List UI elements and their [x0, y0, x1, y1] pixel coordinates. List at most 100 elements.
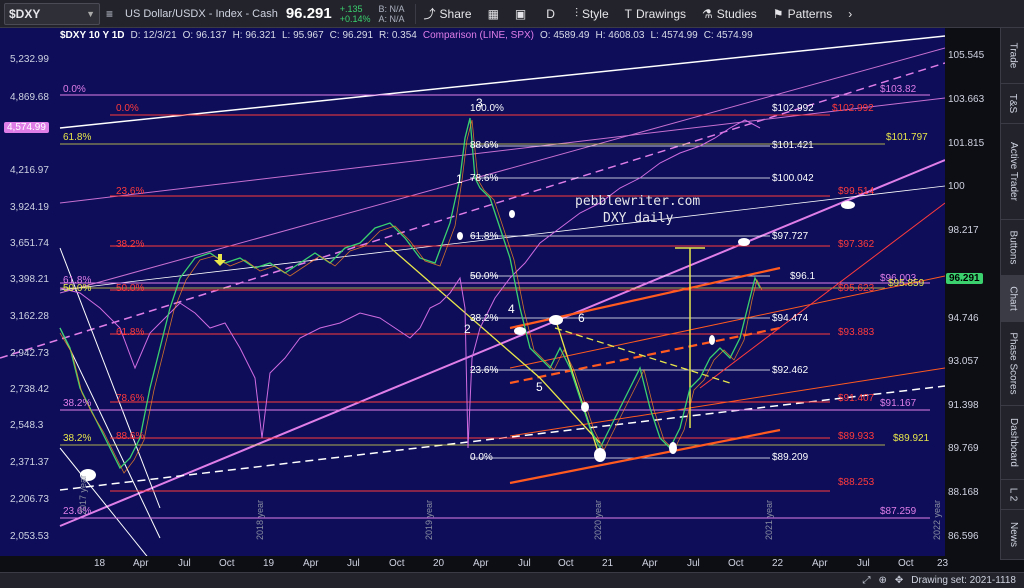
magenta-fib-value: $91.167	[880, 398, 917, 409]
wave-label: 2	[464, 322, 471, 336]
year-marker: 2021 year	[764, 499, 774, 540]
magenta-channel-mid	[59, 47, 945, 294]
x-axis-tick: Apr	[642, 558, 658, 569]
tab-time-and-sales[interactable]: T&S	[1001, 84, 1024, 124]
expand-icon[interactable]: ⤢	[863, 575, 871, 586]
tab-ts-label: T&S	[1007, 93, 1019, 114]
left-axis-tick: 2,053.53	[10, 531, 49, 542]
calendar-button[interactable]: ▣	[507, 0, 534, 28]
tab-chart[interactable]: Chart	[1001, 276, 1024, 322]
right-sidebar: Trade T&S Active Trader Buttons Chart Ph…	[1000, 28, 1024, 560]
tab-l2-label: L 2	[1007, 487, 1019, 502]
left-axis-tick: 3,924.19	[10, 202, 49, 213]
right-axis-tick: 103.663	[948, 94, 985, 105]
ask-value: A: N/A	[378, 13, 405, 24]
chart-legend: $DXY 10 Y 1D D: 12/3/21 O: 96.137 H: 96.…	[60, 30, 753, 41]
style-button[interactable]: ⫶ Style	[567, 0, 617, 28]
menu-lines-icon[interactable]: ≡	[106, 7, 113, 21]
wave-label: 1	[456, 172, 463, 186]
x-axis-tick: Oct	[219, 558, 235, 569]
share-icon: ⤴	[423, 7, 436, 21]
left-axis-tick: 2,942.73	[10, 348, 49, 359]
wave-label: 6	[578, 311, 585, 325]
drawings-label: Drawings	[635, 6, 686, 21]
left-axis-tick: 3,651.74	[10, 238, 49, 249]
yellow-dashed-line	[554, 327, 731, 384]
symbol-selector[interactable]: $DXY ▼	[4, 2, 100, 25]
x-axis-tick: Oct	[558, 558, 574, 569]
right-axis-tick: 101.815	[948, 138, 985, 149]
x-axis-tick: Apr	[133, 558, 149, 569]
tab-active-trader-label: Active Trader	[1007, 142, 1019, 201]
change-percent: +0.14%	[339, 13, 371, 24]
magenta-fib-value: $87.259	[880, 506, 917, 517]
drawing-set-label[interactable]: Drawing set: 2021-1118	[911, 575, 1016, 586]
text-tool-icon: T	[624, 6, 632, 21]
left-axis-tick: 4,216.97	[10, 165, 49, 176]
x-axis-tick: 21	[602, 558, 614, 569]
share-button[interactable]: ⤴ Share	[416, 0, 480, 28]
x-axis-tick: 19	[263, 558, 275, 569]
x-axis-tick: Oct	[728, 558, 744, 569]
legend-cmp-high: H: 4608.03	[595, 30, 645, 41]
yellow-fib-label: 38.2%	[63, 433, 92, 444]
year-marker: 2018 year	[255, 499, 265, 540]
red-fib-label: 78.6%	[116, 393, 145, 404]
tab-active-trader[interactable]: Active Trader	[1001, 124, 1024, 220]
tab-dashboard[interactable]: Dashboard	[1001, 406, 1024, 480]
x-axis-tick: Apr	[473, 558, 489, 569]
more-button[interactable]: ›	[840, 0, 860, 28]
red-fib-label: 61.8%	[116, 327, 145, 338]
red-fib-value: $95.623	[838, 283, 875, 294]
pan-icon[interactable]: ✥	[895, 575, 903, 586]
x-axis-tick: 22	[772, 558, 784, 569]
fib-label: 38.2%	[470, 313, 499, 324]
left-axis-tick: 3,162.28	[10, 311, 49, 322]
red-fib-value: $88.253	[838, 477, 875, 488]
red-fib-label: 88.6%	[116, 431, 145, 442]
candles-icon: ⫶	[574, 6, 578, 20]
legend-range: R: 0.354	[379, 30, 417, 41]
watermark-title: DXY daily	[603, 211, 674, 226]
right-axis-tick: 89.769	[948, 443, 979, 454]
grid-button[interactable]: ▦	[480, 0, 507, 28]
tab-phase-scores[interactable]: Phase Scores	[1001, 322, 1024, 406]
tab-news[interactable]: News	[1001, 510, 1024, 560]
legend-low: L: 95.967	[281, 30, 324, 41]
red-fib-value: $97.362	[838, 239, 875, 250]
tab-chart-label: Chart	[1007, 286, 1019, 311]
wave-label: 4	[508, 302, 515, 316]
magenta-fib-label: 0.0%	[63, 84, 86, 95]
fib-label: 23.6%	[470, 365, 499, 376]
grid-icon: ▦	[487, 6, 499, 21]
patterns-button[interactable]: ⚑ Patterns	[765, 0, 840, 28]
bid-ask-block: B: N/A A: N/A	[379, 4, 405, 24]
tab-trade[interactable]: Trade	[1001, 28, 1024, 84]
studies-button[interactable]: ⚗ Studies	[694, 0, 765, 28]
calendar-icon: ▣	[514, 6, 527, 21]
fib-label: 78.6%	[470, 173, 499, 184]
drawings-button[interactable]: T Drawings	[617, 0, 694, 28]
left-axis-tick: 4,869.68	[10, 92, 49, 103]
magenta-fib-label: 38.2%	[63, 398, 92, 409]
fib-value: $100.042	[772, 173, 814, 184]
top-toolbar: $DXY ▼ ≡ US Dollar/USDX - Index - Cash 9…	[0, 0, 1024, 28]
legend-symbol: $DXY 10 Y 1D	[60, 30, 125, 41]
year-marker: 2017 year	[78, 474, 88, 515]
tab-dashboard-label: Dashboard	[1007, 418, 1019, 467]
zoom-in-icon[interactable]: ⊕	[879, 575, 887, 586]
quote-strip: US Dollar/USDX - Index - Cash 96.291 +.1…	[125, 4, 405, 24]
period-selector[interactable]: D	[534, 0, 567, 28]
share-label: Share	[439, 6, 472, 21]
flag-icon: ⚑	[772, 6, 784, 21]
tab-level-2[interactable]: L 2	[1001, 480, 1024, 510]
fib-label: 61.8%	[470, 231, 499, 242]
magenta-channel-lower	[59, 159, 945, 527]
left-axis-tick: 5,232.99	[10, 54, 49, 65]
spx-comparison-line	[59, 119, 761, 449]
tab-buttons[interactable]: Buttons	[1001, 220, 1024, 276]
right-axis-tick: 94.746	[948, 313, 979, 324]
left-axis-tick: 2,371.37	[10, 457, 49, 468]
legend-close: C: 96.291	[329, 30, 374, 41]
tab-news-label: News	[1007, 521, 1019, 548]
